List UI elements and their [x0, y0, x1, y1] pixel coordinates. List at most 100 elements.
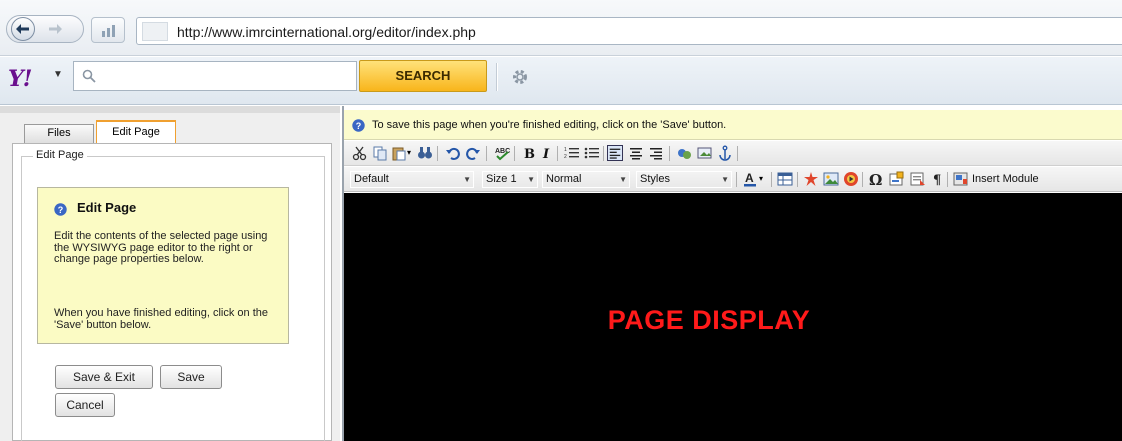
toolbar-separator: [557, 146, 558, 161]
forward-arrow-icon[interactable]: [47, 21, 63, 37]
back-arrow-icon: [16, 24, 29, 34]
table-icon[interactable]: [777, 171, 793, 187]
wysiwyg-editor: ? To save this page when you're finished…: [342, 106, 1122, 441]
stats-button[interactable]: [91, 17, 125, 43]
save-and-exit-button[interactable]: Save & Exit: [55, 365, 153, 389]
unordered-list-icon[interactable]: [584, 145, 600, 161]
toolbar-separator: [947, 172, 948, 187]
image-link-icon[interactable]: [697, 145, 713, 161]
favicon-icon: [142, 22, 168, 41]
align-left-icon[interactable]: [607, 145, 623, 161]
save-button[interactable]: Save: [160, 365, 222, 389]
url-text[interactable]: http://www.imrcinternational.org/editor/…: [177, 24, 476, 40]
find-icon[interactable]: [417, 145, 433, 161]
flash-icon[interactable]: [803, 171, 819, 187]
svg-text:¶: ¶: [933, 173, 941, 187]
toolbar-separator: [486, 146, 487, 161]
anchor-icon[interactable]: [717, 145, 733, 161]
chevron-down-icon: ▼: [527, 175, 535, 184]
insert-module-icon[interactable]: [953, 171, 969, 187]
toolbar-separator: [669, 146, 670, 161]
font-size-value: Size 1: [486, 173, 517, 185]
cancel-button[interactable]: Cancel: [55, 393, 115, 417]
help-box: ? Edit Page Edit the contents of the sel…: [37, 187, 289, 344]
svg-text:1: 1: [564, 147, 567, 153]
align-center-icon[interactable]: [628, 145, 644, 161]
left-panel: Files Edit Page Edit Page ? Edit Page Ed…: [0, 106, 340, 441]
align-right-icon[interactable]: [648, 145, 664, 161]
help-title: Edit Page: [77, 200, 137, 215]
font-color-icon[interactable]: A: [742, 171, 758, 187]
yahoo-logo[interactable]: Y!: [8, 66, 32, 92]
help-paragraph-2: When you have finished editing, click on…: [54, 307, 269, 331]
chevron-down-icon: ▼: [619, 175, 627, 184]
paragraph-format-select[interactable]: Normal ▼: [542, 171, 630, 188]
style-toolbar: Default ▼ Size 1 ▼ Normal ▼ Styles ▼ A ▾…: [344, 167, 1122, 192]
styles-value: Styles: [640, 173, 670, 185]
toolbar-separator: [771, 172, 772, 187]
stats-icon: [102, 25, 115, 37]
svg-text:ABC: ABC: [495, 148, 510, 155]
gear-icon[interactable]: [510, 67, 530, 87]
link-icon[interactable]: [677, 145, 693, 161]
redo-icon[interactable]: [465, 145, 481, 161]
info-bar: ? To save this page when you're finished…: [344, 110, 1122, 140]
svg-text:2: 2: [564, 154, 567, 160]
font-family-value: Default: [354, 173, 389, 185]
toolbar-separator: [737, 146, 738, 161]
spellcheck-icon[interactable]: ABC: [494, 145, 510, 161]
cut-icon[interactable]: [352, 145, 368, 161]
template-icon[interactable]: [910, 171, 926, 187]
paste-icon[interactable]: [391, 145, 407, 161]
font-color-dropdown-icon[interactable]: ▾: [759, 174, 775, 190]
styles-select[interactable]: Styles ▼: [636, 171, 732, 188]
svg-text:B: B: [524, 147, 535, 161]
image-icon[interactable]: [823, 171, 839, 187]
toolbar-divider: [496, 63, 498, 91]
paragraph-mark-icon[interactable]: ¶: [930, 171, 946, 187]
media-icon[interactable]: [843, 171, 859, 187]
toolbar-separator: [514, 146, 515, 161]
browser-navbar: http://www.imrcinternational.org/editor/…: [0, 0, 1122, 56]
svg-text:I: I: [542, 147, 550, 161]
insert-module-label[interactable]: Insert Module: [972, 173, 1039, 185]
toolbar-separator: [862, 172, 863, 187]
fieldset-legend: Edit Page: [33, 149, 87, 161]
svg-text:Ω: Ω: [869, 171, 882, 187]
info-icon: ?: [352, 119, 365, 132]
info-message: To save this page when you're finished e…: [372, 119, 727, 131]
page-display-text: PAGE DISPLAY: [607, 305, 811, 335]
tab-edit-page[interactable]: Edit Page: [96, 120, 176, 143]
bold-icon[interactable]: B: [521, 145, 537, 161]
ordered-list-icon[interactable]: 12: [564, 145, 580, 161]
help-icon: ?: [54, 203, 67, 216]
yahoo-menu-caret-icon[interactable]: ▼: [53, 69, 63, 80]
yahoo-toolbar: Y! ▼ SEARCH: [0, 57, 1122, 105]
yahoo-search-input[interactable]: [104, 66, 349, 86]
formatting-toolbar: ▾ ABC B I 12: [344, 141, 1122, 166]
toolbar-separator: [797, 172, 798, 187]
svg-text:?: ?: [58, 205, 64, 215]
page-display-canvas[interactable]: PAGE DISPLAY: [344, 193, 1122, 441]
special-char-icon[interactable]: Ω: [868, 171, 884, 187]
chevron-down-icon: ▼: [463, 175, 471, 184]
chevron-down-icon: ▼: [721, 175, 729, 184]
address-bar[interactable]: http://www.imrcinternational.org/editor/…: [136, 17, 1122, 45]
font-family-select[interactable]: Default ▼: [350, 171, 474, 188]
toolbar-separator: [437, 146, 438, 161]
svg-text:A: A: [745, 171, 754, 185]
paragraph-format-value: Normal: [546, 173, 582, 185]
toolbar-separator: [603, 146, 604, 161]
copy-icon[interactable]: [372, 145, 388, 161]
undo-icon[interactable]: [445, 145, 461, 161]
yahoo-search-box[interactable]: [73, 61, 357, 91]
help-paragraph-1: Edit the contents of the selected page u…: [54, 230, 268, 265]
search-button[interactable]: SEARCH: [359, 60, 487, 92]
search-icon: [82, 69, 96, 83]
back-button[interactable]: [11, 17, 35, 41]
font-size-select[interactable]: Size 1 ▼: [482, 171, 538, 188]
form-icon[interactable]: [889, 171, 905, 187]
italic-icon[interactable]: I: [539, 145, 555, 161]
panel-top-strip: [0, 106, 340, 113]
tab-files[interactable]: Files: [24, 124, 94, 143]
